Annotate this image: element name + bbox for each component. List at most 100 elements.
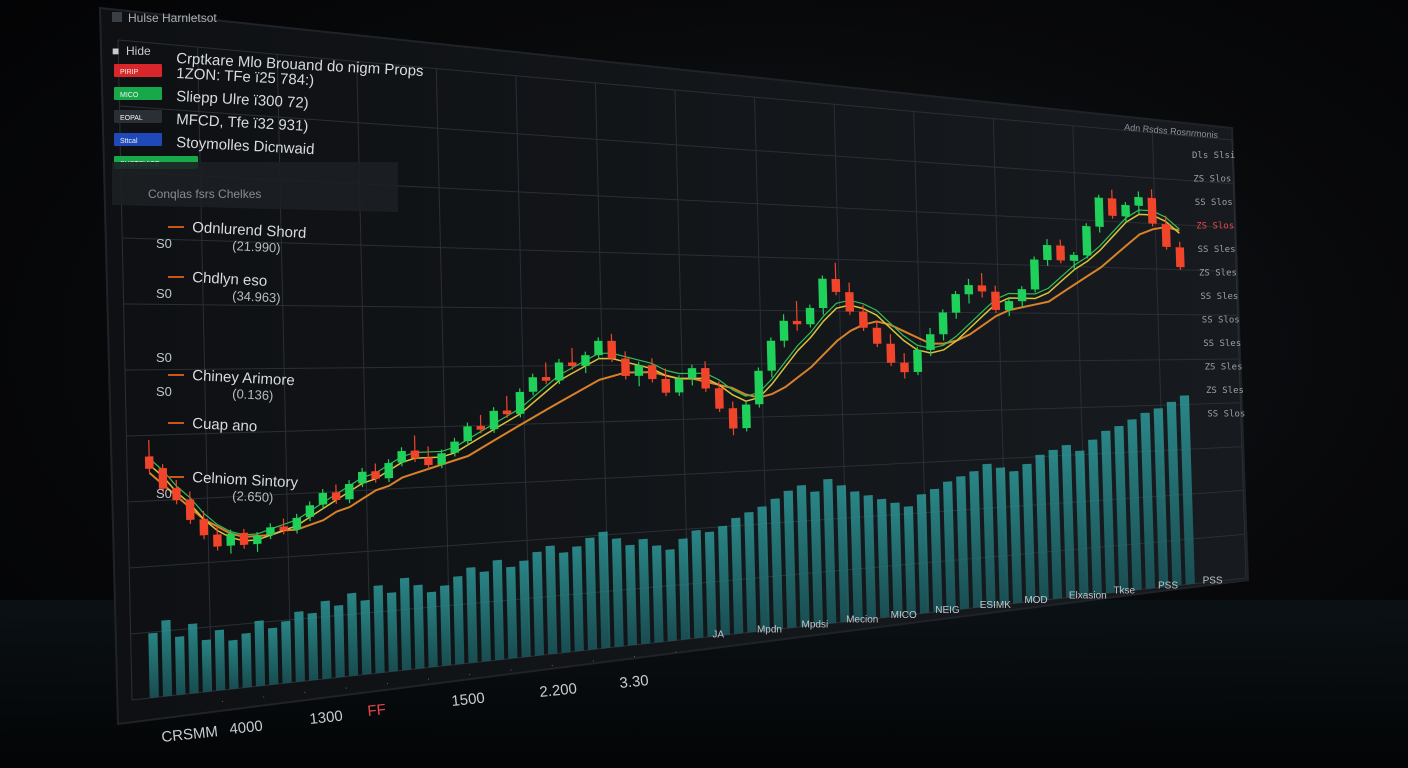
candle-down [476, 425, 486, 430]
bottom-axis-label: 1500 [451, 690, 486, 710]
candle-down [661, 378, 671, 393]
volume-bar [426, 591, 438, 668]
x-axis-label: Elxasion [1069, 590, 1107, 601]
candle-down [172, 487, 181, 501]
window-title: Hulse Harnletsot [128, 11, 217, 25]
candle-down [1107, 198, 1117, 217]
x-axis-label: PSS [1203, 576, 1223, 587]
symbol-dropdown[interactable]: Conqlas fsrs Chelkes [112, 162, 398, 212]
indicator-value: (2.650) [232, 488, 274, 505]
candle-down [991, 291, 1001, 311]
candle-down [831, 278, 841, 293]
indicator-value: (0.136) [232, 386, 274, 403]
candle-down [144, 456, 154, 469]
candle-up [1017, 289, 1027, 302]
volume-bar [175, 636, 186, 696]
candle-up [1082, 225, 1092, 256]
x-axis-label: MICO [891, 610, 917, 621]
candle-down [886, 343, 896, 363]
mode-label[interactable]: Hide [126, 44, 151, 58]
dropdown-label: Conqlas fsrs Chelkes [148, 187, 261, 201]
candle-up [344, 483, 354, 500]
candle-wick [506, 395, 508, 418]
volume-bar [440, 585, 452, 667]
window-title-bar: Hulse Harnletsot [112, 11, 217, 25]
candle-wick [795, 301, 798, 331]
candle-down [792, 320, 802, 325]
candle-up [913, 349, 923, 373]
candle-up [1121, 204, 1130, 217]
indicator-value: (34.963) [232, 288, 281, 306]
indicator-level: S0 [156, 286, 172, 301]
hamburger-icon[interactable]: ■ [112, 44, 119, 58]
candle-down [410, 450, 420, 459]
price-scale-label: SS Slos [1202, 316, 1240, 326]
candle-up [292, 517, 302, 530]
watchlist-tag-label: Sttcal [120, 138, 138, 145]
candle-down [647, 365, 657, 380]
indicator-level: S0 [156, 236, 172, 251]
candle-down [502, 410, 512, 415]
candle-down [239, 532, 249, 546]
candle-down [714, 388, 724, 409]
candle-up [634, 365, 644, 376]
volume-bar [386, 592, 398, 672]
x-tick-mark: · [427, 675, 430, 684]
candle-down [607, 340, 617, 359]
candle-up [384, 462, 394, 479]
bottom-axis-label: 3.30 [619, 672, 650, 692]
indicator-value: (21.990) [232, 238, 281, 256]
x-axis-label: PSS [1158, 581, 1178, 592]
candle-up [594, 340, 603, 356]
volume-bar [201, 639, 212, 693]
bottom-axis-label: 4000 [229, 718, 264, 738]
price-scale-label: SS Slos [1207, 410, 1245, 420]
x-axis-label: Tkse [1113, 585, 1135, 596]
candle-up [1004, 300, 1014, 311]
volume-bar [281, 620, 292, 684]
volume-bar [254, 620, 266, 687]
candle-down [213, 534, 222, 547]
candle-up [674, 378, 684, 393]
price-scale-label: Dls Slsi [1192, 151, 1235, 161]
candle-down [858, 311, 868, 328]
volume-bar [148, 632, 159, 699]
volume-bar [307, 612, 319, 681]
candle-down [701, 368, 710, 389]
x-tick-mark: · [262, 693, 265, 702]
candle-up [515, 391, 525, 414]
volume-bar [161, 619, 173, 697]
x-axis-label: ESIMK [980, 600, 1011, 611]
candle-up [1042, 244, 1052, 261]
candle-up [951, 293, 961, 313]
candle-down [977, 285, 987, 292]
x-axis-label: Mpdsi [802, 620, 829, 631]
price-scale-label: SS Sles [1203, 339, 1241, 349]
watchlist-tag-label: PIRIP [120, 69, 139, 76]
price-scale-label: SS Slos [1195, 198, 1233, 208]
volume-bar [347, 592, 359, 677]
indicator-entry[interactable]: S0 [156, 350, 172, 365]
candle-wick [545, 362, 547, 385]
candle-up [818, 278, 828, 309]
volume-bar [241, 632, 252, 688]
candle-up [1030, 259, 1040, 290]
candle-up [463, 426, 473, 442]
volume-bar [320, 600, 332, 680]
price-scale-label: ZS Slos [1196, 222, 1234, 232]
candle-up [754, 370, 764, 405]
candle-down [568, 362, 577, 367]
x-tick-mark: · [510, 666, 513, 675]
candle-up [964, 284, 974, 295]
candle-down [728, 408, 738, 429]
watchlist-tag-label: MICO [120, 92, 139, 99]
volume-bar [188, 623, 199, 694]
candle-down [279, 526, 288, 531]
candle-up [450, 441, 459, 453]
x-axis-label: Mpdn [757, 624, 782, 635]
candle-up [779, 320, 789, 341]
x-tick-mark: · [675, 648, 678, 657]
volume-bar [267, 627, 279, 685]
candle-down [1175, 247, 1185, 268]
candle-down [1161, 224, 1171, 248]
